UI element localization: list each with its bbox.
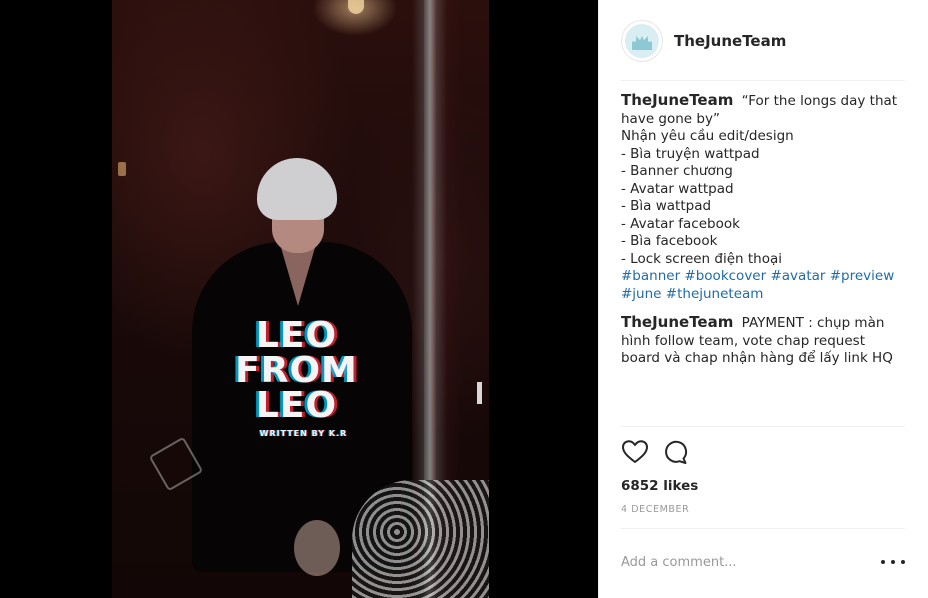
header-username[interactable]: TheJuneTeam (674, 32, 786, 50)
post-image[interactable]: LEO FROM LEO WRITTEN BY K.R (112, 0, 489, 598)
poster-credit: WRITTEN BY K.R (259, 429, 348, 438)
avatar[interactable] (621, 20, 663, 62)
comments-list: TheJuneTeam “For the longs day that have… (621, 91, 905, 379)
caption-line: - Bìa facebook (621, 233, 718, 249)
post-media-area: LEO FROM LEO WRITTEN BY K.R (0, 0, 598, 598)
hashtag-link[interactable]: #bookcover (684, 268, 766, 284)
more-dots-icon (901, 560, 905, 564)
hashtag-link[interactable]: #preview (830, 268, 895, 284)
patterned-fabric (352, 480, 489, 598)
caption-line: - Bìa truyện wattpad (621, 145, 760, 162)
hashtag-list: #banner #bookcover #avatar #preview #jun… (621, 268, 905, 303)
divider (621, 426, 905, 427)
divider (621, 528, 905, 529)
comment-button[interactable] (661, 438, 689, 466)
hashtag-link[interactable]: #banner (621, 268, 680, 284)
poster-title-line-2: FROM (235, 350, 358, 391)
caption-line: - Avatar wattpad (621, 180, 734, 197)
divider (621, 80, 905, 81)
caption-line: Nhận yêu cầu edit/design (621, 128, 794, 144)
post-details-panel: TheJuneTeam TheJuneTeam “For the longs d… (598, 0, 928, 598)
post-header: TheJuneTeam (621, 20, 905, 62)
action-bar (621, 438, 701, 466)
poster-title-line-1: LEO (255, 315, 338, 356)
more-dots-icon (881, 560, 885, 564)
more-dots-icon (891, 560, 895, 564)
wall-lamp (118, 162, 126, 176)
caption-line: - Lock screen điện thoại (621, 250, 783, 267)
post-date[interactable]: 4 DECEMBER (621, 504, 689, 515)
hashtag-link[interactable]: #avatar (770, 268, 825, 284)
poster-title: LEO FROM LEO WRITTEN BY K.R (112, 315, 489, 439)
poster-title-line-3: LEO (255, 385, 338, 426)
hashtag-link[interactable]: #thejuneteam (666, 286, 764, 302)
more-options-button[interactable] (881, 553, 905, 571)
like-count[interactable]: 6852 likes (621, 478, 698, 494)
comment-username[interactable]: TheJuneTeam (621, 91, 733, 109)
heart-icon (622, 440, 648, 463)
figure-knee (294, 520, 340, 576)
like-button[interactable] (621, 438, 649, 466)
comment-username[interactable]: TheJuneTeam (621, 313, 733, 331)
comment-bubble-icon (665, 440, 688, 464)
add-comment-input[interactable] (621, 548, 841, 576)
figure-hair (257, 158, 337, 220)
comment: TheJuneTeam PAYMENT : chụp màn hình foll… (621, 313, 905, 368)
caption-line: - Avatar facebook (621, 215, 740, 232)
caption-comment: TheJuneTeam “For the longs day that have… (621, 91, 905, 303)
team-logo-icon (625, 24, 659, 58)
hashtag-link[interactable]: #june (621, 286, 661, 302)
caption-line: - Bìa wattpad (621, 198, 712, 214)
ceiling-light (348, 0, 364, 14)
caption-line: - Banner chương (621, 163, 733, 179)
